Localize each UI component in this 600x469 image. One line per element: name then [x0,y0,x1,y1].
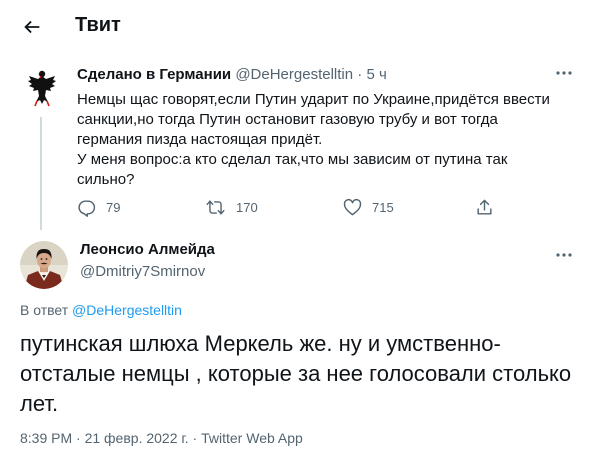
parent-text-line: санкции,но тогда Путин остановит газовую… [77,111,498,128]
parent-author-name[interactable]: Сделано в Германии [77,66,231,83]
parent-action-bar: 79 170 715 [77,196,497,218]
share-button[interactable] [475,196,494,218]
reply-button[interactable]: 79 [77,196,120,218]
reply-more-button[interactable] [552,246,576,264]
parent-tweet-text: Немцы щас говорят,если Путин ударит по У… [77,90,577,190]
replying-to-prefix: В ответ [20,302,69,318]
replying-to-mention-link[interactable]: @DeHergestelltin [72,302,182,318]
reply-text-line: лет. [20,391,59,416]
parent-text-line: сильно? [77,171,135,188]
arrow-left-icon [24,20,40,34]
like-count: 715 [372,199,394,215]
reply-tweet-text: путинская шлюха Меркель же. ну и умствен… [20,329,585,419]
reply-text-line: отсталые немцы , которые за нее голосова… [20,361,572,386]
tweet-timestamp[interactable]: 8:39 PM · 21 февр. 2022 г. · Twitter Web… [20,430,303,446]
coat-of-arms-icon [26,68,58,108]
retweet-icon [206,199,225,215]
more-horizontal-icon [556,71,572,75]
reply-author-handle[interactable]: @Dmitriy7Smirnov [80,263,205,280]
reply-author-name[interactable]: Леонсио Алмейда [80,241,215,258]
parent-text-line: У меня вопрос:а кто сделал так,что мы за… [77,151,508,168]
heart-icon [343,198,362,215]
header: Твит [0,0,600,53]
portrait-avatar-icon [20,241,68,289]
replying-to-label: В ответ @DeHergestelltin [20,302,182,318]
parent-tweet-time[interactable]: 5 ч [366,66,386,83]
parent-text-line: Немцы щас говорят,если Путин ударит по У… [77,91,550,108]
share-icon [477,199,492,215]
parent-text-line: германия пизда настоящая придёт. [77,131,323,148]
reply-text-line: путинская шлюха Меркель же. ну и умствен… [20,331,501,356]
reply-author-avatar[interactable] [20,241,68,289]
more-horizontal-icon [556,253,572,257]
back-button[interactable] [20,15,44,39]
retweet-count: 170 [236,199,258,215]
parent-author-avatar[interactable] [20,66,64,110]
reply-count: 79 [106,199,121,215]
like-button[interactable]: 715 [343,196,394,218]
parent-author-handle[interactable]: @DeHergestelltin [235,66,353,83]
separator-dot: · [357,66,363,83]
parent-author-row: Сделано в Германии @DeHergestelltin · 5 … [77,66,387,83]
parent-more-button[interactable] [552,64,576,82]
reply-icon [78,199,96,217]
retweet-button[interactable]: 170 [205,196,258,218]
page-title: Твит [75,14,121,36]
thread-connector-line [40,117,42,230]
